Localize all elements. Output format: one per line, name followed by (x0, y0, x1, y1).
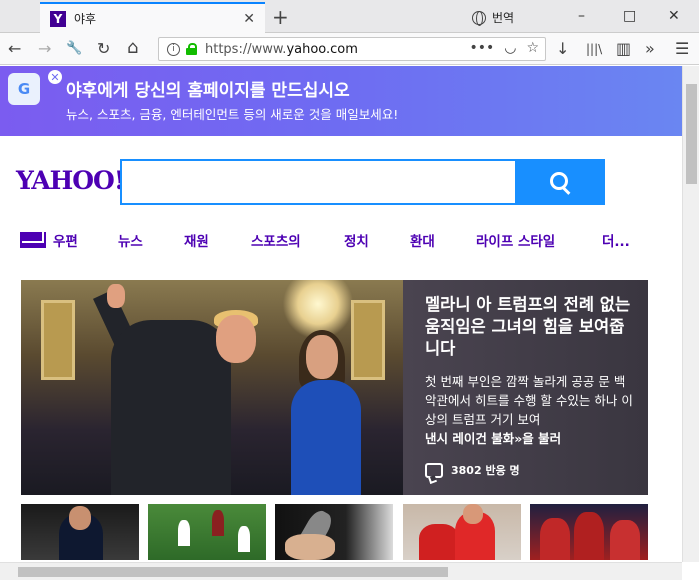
url-text[interactable]: https://www.yahoo.com (205, 42, 358, 57)
title-bar: Y 야후 ✕ + 번역 – □ ✕ (0, 0, 699, 33)
nav-item-celebrity[interactable]: 환대 (410, 230, 435, 250)
sidebar-icon[interactable]: ▥ (616, 39, 631, 58)
hero-figure-woman-head (306, 335, 338, 379)
search-icon (550, 172, 570, 192)
thumb-player (212, 510, 224, 536)
translate-label: 번역 (492, 11, 515, 25)
nav-item-sports[interactable]: 스포츠의 (251, 230, 301, 250)
nav-item-mail[interactable]: 우편 (53, 230, 78, 250)
wrench-icon[interactable]: 🔧 (66, 41, 82, 56)
bookmark-star-icon[interactable]: ☆ (526, 40, 539, 56)
banner-close-icon[interactable]: ✕ (48, 70, 62, 84)
hero-bg-window (41, 300, 75, 380)
info-icon[interactable]: i (167, 42, 180, 56)
thumb-crowd (610, 520, 640, 560)
thumb-player (178, 520, 190, 546)
nav-item-lifestyle[interactable]: 라이프 스타일 (476, 230, 555, 250)
vertical-scroll-thumb[interactable] (686, 84, 697, 184)
forward-arrow-icon[interactable]: → (38, 39, 51, 58)
thumbnail-story[interactable] (21, 504, 139, 560)
close-icon[interactable]: ✕ (243, 11, 255, 27)
vertical-scrollbar[interactable] (682, 66, 699, 562)
nav-item-more[interactable]: 더... (602, 230, 630, 250)
back-arrow-icon[interactable]: ← (8, 39, 21, 58)
url-bar[interactable]: i https://www.yahoo.com ••• ◡ ☆ (158, 37, 546, 61)
thumb-face (463, 504, 483, 524)
hero-title[interactable]: 멜라니 아 트럼프의 전례 없는 움직임은 그녀의 힘을 보여줍니다 (425, 294, 634, 360)
tab-title: 야후 (74, 12, 97, 26)
translate-app-icon: G (8, 73, 40, 105)
download-icon[interactable]: ↓ (556, 39, 569, 58)
hero-figure-head (216, 315, 256, 363)
library-icon[interactable]: |||\ (586, 42, 602, 56)
hero-description: 첫 번째 부인은 깜짝 놀라게 공공 문 백악관에서 히트를 수행 할 수있는 … (425, 374, 633, 446)
home-icon[interactable]: ⌂ (127, 37, 138, 58)
mail-icon[interactable] (20, 232, 46, 248)
search-input[interactable] (120, 159, 515, 205)
thumb-crowd (540, 518, 570, 560)
page-content: G ✕ 야후에게 당신의 홈페이지를 만드십시오 뉴스, 스포츠, 금융, 엔터… (0, 66, 682, 562)
nav-item-finance[interactable]: 재원 (184, 230, 209, 250)
thumbnail-story[interactable] (148, 504, 266, 560)
pocket-icon[interactable]: ◡ (504, 40, 516, 56)
comment-count: 3802 반응 명 (451, 464, 520, 477)
thumb-figure (419, 524, 459, 560)
translate-button[interactable]: 번역 (472, 9, 514, 26)
banner-title: 야후에게 당신의 홈페이지를 만드십시오 (66, 81, 350, 101)
hero-description-bold: 낸시 레이건 불화»을 불러 (425, 431, 562, 446)
thumb-hand (285, 534, 335, 560)
search-button[interactable] (515, 159, 605, 205)
horizontal-scrollbar[interactable] (0, 562, 682, 580)
hero-story[interactable]: 멜라니 아 트럼프의 전례 없는 움직임은 그녀의 힘을 보여줍니다 첫 번째 … (21, 280, 648, 495)
window-close-icon[interactable]: ✕ (668, 8, 680, 24)
minimize-icon[interactable]: – (578, 8, 585, 24)
maximize-icon[interactable]: □ (623, 8, 636, 24)
thumbnail-story[interactable] (403, 504, 521, 560)
navigation-toolbar: ← → 🔧 ↻ ⌂ i https://www.yahoo.com ••• ◡ … (0, 33, 699, 65)
page-actions-icon[interactable]: ••• (469, 40, 494, 56)
thumb-player (238, 526, 250, 552)
banner-subtitle: 뉴스, 스포츠, 금융, 엔터테인먼트 등의 새로운 것을 매일보세요! (66, 107, 399, 122)
nav-item-news[interactable]: 뉴스 (118, 230, 143, 250)
hamburger-menu-icon[interactable]: ☰ (675, 39, 689, 58)
hero-image[interactable] (21, 280, 403, 495)
yahoo-favicon-icon: Y (50, 10, 66, 27)
comment-icon (425, 462, 443, 478)
hero-comments[interactable]: 3802 반응 명 (425, 462, 520, 478)
thumb-face (69, 506, 91, 530)
hero-figure-hand (107, 284, 125, 308)
hero-bg-window (351, 300, 385, 380)
hero-figure-woman (291, 380, 361, 495)
homepage-banner[interactable]: G ✕ 야후에게 당신의 홈페이지를 만드십시오 뉴스, 스포츠, 금융, 엔터… (0, 66, 682, 136)
yahoo-logo[interactable]: YAHOO! (16, 166, 125, 195)
overflow-icon[interactable]: » (645, 39, 655, 58)
globe-icon (472, 10, 486, 26)
hero-text-panel[interactable]: 멜라니 아 트럼프의 전례 없는 움직임은 그녀의 힘을 보여줍니다 첫 번째 … (403, 280, 648, 495)
thumb-crowd (574, 512, 604, 560)
reload-icon[interactable]: ↻ (97, 39, 110, 58)
lock-icon (186, 43, 197, 55)
plus-icon[interactable]: + (272, 5, 289, 29)
thumbnail-story[interactable] (275, 504, 393, 560)
active-tab[interactable]: Y 야후 ✕ (40, 2, 265, 33)
nav-item-politics[interactable]: 정치 (344, 230, 369, 250)
horizontal-scroll-thumb[interactable] (18, 567, 448, 577)
hero-figure-man (111, 320, 231, 495)
thumbnail-story[interactable] (530, 504, 648, 560)
